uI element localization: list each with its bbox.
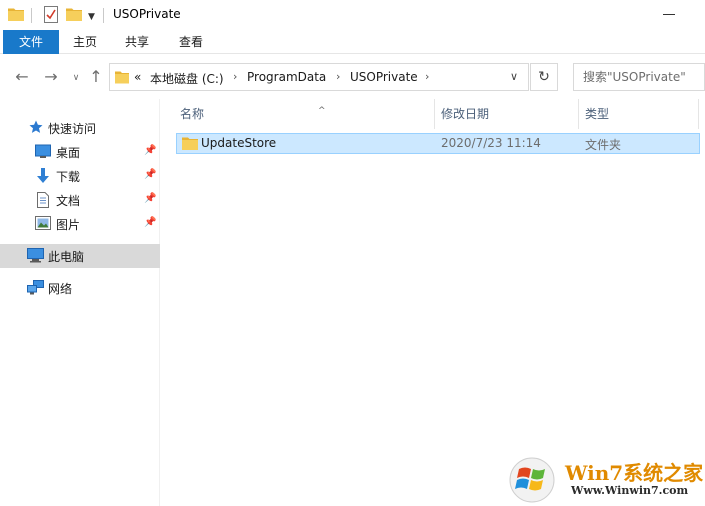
breadcrumb-local-disk[interactable]: 本地磁盘 (C:) [150, 70, 224, 87]
address-bar[interactable]: « 本地磁盘 (C:) › ProgramData › USOPrivate ›… [109, 63, 529, 91]
column-divider[interactable] [434, 99, 435, 129]
document-icon [37, 192, 49, 211]
forward-arrow-icon[interactable]: → [42, 68, 60, 86]
pin-icon[interactable]: 📌 [144, 217, 156, 228]
nav-label: 文档 [56, 194, 81, 208]
nav-item-downloads[interactable]: 下载 📌 [0, 164, 160, 188]
quick-access-separator [31, 8, 32, 23]
chevron-right-icon[interactable]: › [336, 70, 340, 83]
tab-share[interactable]: 共享 [113, 30, 161, 54]
new-folder-icon[interactable] [66, 7, 82, 24]
chevron-right-icon[interactable]: › [425, 70, 429, 83]
network-icon [27, 280, 44, 298]
nav-item-documents[interactable]: 文档 📌 [0, 188, 160, 212]
watermark-title: Win7系统之家 [565, 461, 704, 485]
tab-file[interactable]: 文件 [3, 30, 59, 54]
breadcrumb-overflow[interactable]: « [134, 70, 141, 84]
column-divider[interactable] [698, 99, 699, 129]
picture-icon [35, 216, 51, 233]
chevron-down-icon[interactable]: ∨ [510, 70, 518, 83]
customize-toolbar-icon[interactable]: ▼ [88, 12, 95, 22]
file-type: 文件夹 [585, 138, 622, 152]
recent-locations-icon[interactable]: ∨ [67, 69, 85, 87]
chevron-right-icon[interactable]: › [233, 70, 237, 83]
up-arrow-icon[interactable]: ↑ [87, 68, 105, 86]
column-header-name[interactable]: ^ 名称 [180, 99, 430, 129]
search-box[interactable] [573, 63, 705, 91]
watermark-url: Www.Winwin7.com [571, 484, 689, 497]
search-input[interactable] [574, 64, 704, 90]
window-title: USOPrivate [113, 7, 181, 21]
column-divider[interactable] [578, 99, 579, 129]
watermark: Win7系统之家 Www.Winwin7.com [507, 455, 705, 506]
breadcrumb-programdata[interactable]: ProgramData [247, 70, 326, 84]
nav-label: 图片 [56, 218, 81, 232]
nav-item-desktop[interactable]: 桌面 📌 [0, 140, 160, 164]
desktop-icon [35, 144, 51, 161]
nav-label: 此电脑 [48, 250, 85, 264]
column-label: 名称 [180, 107, 205, 121]
windows-logo-icon [507, 457, 557, 506]
nav-item-network[interactable]: 网络 [0, 276, 160, 300]
tab-home[interactable]: 主页 [61, 30, 109, 54]
nav-item-this-pc[interactable]: 此电脑 [0, 244, 160, 268]
title-separator [103, 8, 104, 23]
nav-label: 下载 [56, 170, 81, 184]
download-icon [36, 168, 50, 187]
title-bar: ▼ USOPrivate [0, 0, 705, 30]
nav-label: 快速访问 [48, 122, 97, 136]
nav-item-pictures[interactable]: 图片 📌 [0, 212, 160, 236]
refresh-icon: ↻ [538, 69, 550, 85]
nav-label: 网络 [48, 282, 73, 296]
pin-icon[interactable]: 📌 [144, 145, 156, 156]
navigation-pane: 快速访问 桌面 📌 下载 📌 文档 📌 图片 📌 此电脑 网络 [0, 99, 160, 506]
folder-icon [8, 7, 24, 24]
star-icon [29, 120, 43, 137]
navigation-bar: ← → ∨ ↑ « 本地磁盘 (C:) › ProgramData › USOP… [0, 55, 705, 99]
refresh-button[interactable]: ↻ [530, 63, 558, 91]
breadcrumb-usoprivate[interactable]: USOPrivate [350, 70, 418, 84]
properties-icon[interactable] [44, 6, 58, 23]
sort-ascending-icon: ^ [318, 106, 326, 116]
pin-icon[interactable]: 📌 [144, 169, 156, 180]
file-date: 2020/7/23 11:14 [441, 136, 541, 150]
file-row[interactable]: UpdateStore 2020/7/23 11:14 文件夹 [176, 133, 700, 154]
file-list: ^ 名称 修改日期 类型 UpdateStore 2020/7/23 11:14… [161, 99, 705, 506]
pin-icon[interactable]: 📌 [144, 193, 156, 204]
computer-icon [27, 248, 44, 266]
nav-item-quick-access[interactable]: 快速访问 [0, 116, 160, 140]
column-header-date[interactable]: 修改日期 [441, 99, 581, 129]
minimize-button[interactable] [663, 14, 675, 15]
column-header-type[interactable]: 类型 [585, 99, 695, 129]
folder-icon [182, 136, 198, 153]
back-arrow-icon[interactable]: ← [13, 68, 31, 86]
ribbon-tabs: 文件 主页 共享 查看 [0, 30, 705, 54]
nav-label: 桌面 [56, 146, 81, 160]
tab-view[interactable]: 查看 [165, 30, 217, 54]
folder-icon [114, 69, 130, 88]
file-name: UpdateStore [201, 136, 277, 150]
